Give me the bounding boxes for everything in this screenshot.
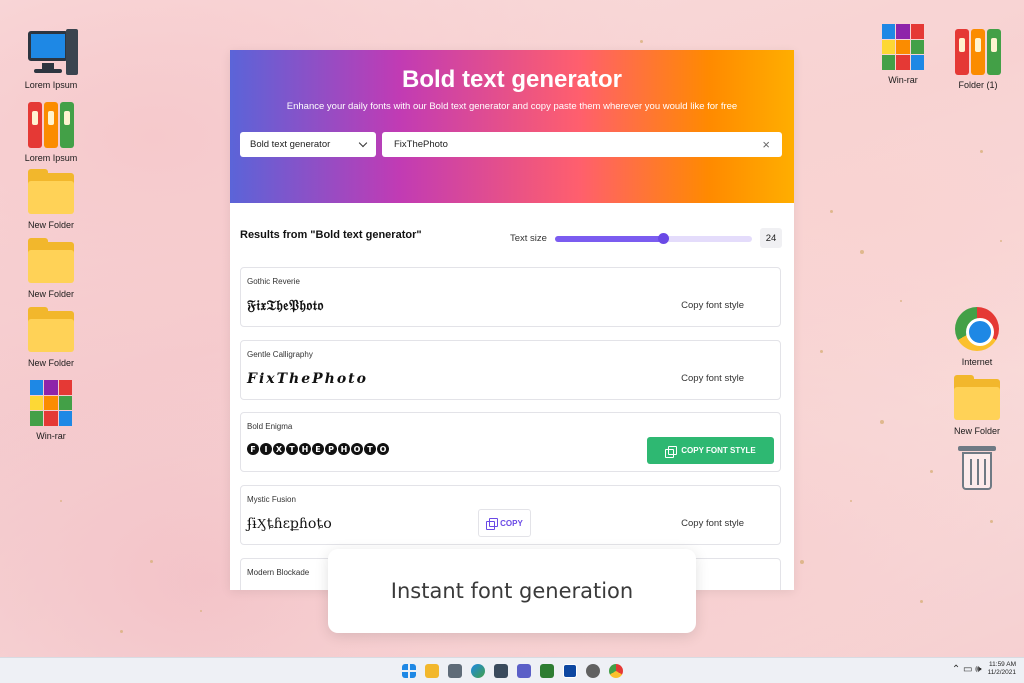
desktop-icon-recycle-bin[interactable] <box>942 444 1012 494</box>
copy-mini-button[interactable]: COPY <box>478 509 531 537</box>
tray-icons[interactable]: ⌃ ▭ 🕪 <box>952 664 982 675</box>
camera-icon[interactable] <box>447 663 462 678</box>
winrar-icon <box>878 22 928 72</box>
desktop-icon-label: New Folder <box>27 220 74 230</box>
font-name: Modern Blockade <box>247 568 310 577</box>
font-card[interactable]: Gentle Calligraphy 𝑭𝒊𝒙𝑻𝒉𝒆𝑷𝒉𝒐𝒕𝒐 Copy font… <box>240 340 781 400</box>
font-sample: 𝔉𝔦𝔵𝔗𝔥𝔢𝔓𝔥𝔬𝔱𝔬 <box>247 298 324 314</box>
circled-letter: O <box>377 443 389 455</box>
font-name: Gentle Calligraphy <box>247 350 313 359</box>
copy-icon <box>665 445 678 458</box>
binders-icon <box>953 27 1003 77</box>
desktop-icon-computer[interactable]: Lorem Ipsum <box>16 27 86 90</box>
folder-icon <box>26 236 76 286</box>
copy-button-label: COPY FONT STYLE <box>681 446 756 455</box>
circled-letter: F <box>247 443 259 455</box>
computer-icon <box>26 27 78 77</box>
store-icon[interactable] <box>493 663 508 678</box>
feature-caption: Instant font generation <box>328 549 696 633</box>
font-name: Mystic Fusion <box>247 495 296 504</box>
page-subtitle: Enhance your daily fonts with our Bold t… <box>286 101 738 112</box>
folder-icon <box>26 305 76 355</box>
copy-mini-label: COPY <box>500 518 523 528</box>
binders-icon <box>26 100 76 150</box>
clock-time: 11:59 AM <box>989 661 1016 668</box>
circled-letter: H <box>299 443 311 455</box>
desktop-icon-binders[interactable]: Lorem Ipsum <box>16 100 86 163</box>
copy-icon <box>486 518 499 530</box>
generator-select[interactable]: Bold text generator <box>240 132 376 157</box>
circled-letter: O <box>351 443 363 455</box>
circled-letter: T <box>364 443 376 455</box>
recycle-bin-icon <box>952 444 1002 494</box>
desktop-icon-label: New Folder <box>27 358 74 368</box>
desktop-icon-folder[interactable]: New Folder <box>16 305 86 368</box>
font-name: Gothic Reverie <box>247 277 300 286</box>
generator-select-value: Bold text generator <box>250 139 331 150</box>
text-size-label: Text size <box>510 233 547 244</box>
circled-letter: P <box>325 443 337 455</box>
folder-icon <box>26 167 76 217</box>
copy-font-style-button[interactable]: COPY FONT STYLE <box>647 437 774 464</box>
desktop-icon-label: Win-rar <box>888 75 918 85</box>
desktop-icon-label: Internet <box>961 357 993 367</box>
font-card[interactable]: Bold Enigma FIXTHEPHOTO COPY FONT STYLE <box>240 412 781 472</box>
text-input[interactable]: FixThePhoto × <box>382 132 782 157</box>
desktop-icon-label: Lorem Ipsum <box>24 80 78 90</box>
circled-letter: H <box>338 443 350 455</box>
copy-font-style-link[interactable]: Copy font style <box>681 518 744 529</box>
maps-icon[interactable] <box>539 663 554 678</box>
font-card[interactable]: Gothic Reverie 𝔉𝔦𝔵𝔗𝔥𝔢𝔓𝔥𝔬𝔱𝔬 Copy font sty… <box>240 267 781 327</box>
desktop-icon-folder[interactable]: New Folder <box>16 167 86 230</box>
winrar-icon <box>26 378 76 428</box>
results-heading: Results from "Bold text generator" <box>240 229 422 241</box>
desktop-icon-folder-1[interactable]: Folder (1) <box>943 27 1013 90</box>
desktop-icon-label: Win-rar <box>36 431 66 441</box>
clock[interactable]: 11:59 AM 11/2/2021 <box>988 661 1016 678</box>
desktop-icon-internet[interactable]: Internet <box>942 304 1012 367</box>
folder-icon <box>952 373 1002 423</box>
desktop-icon-label: New Folder <box>27 289 74 299</box>
desktop-icon-label: Folder (1) <box>958 80 998 90</box>
slider-fill <box>555 236 664 242</box>
windows-start-icon[interactable] <box>401 663 416 678</box>
desktop-icon-label: Lorem Ipsum <box>24 153 78 163</box>
text-size-slider[interactable] <box>555 233 752 244</box>
chevron-down-icon <box>358 138 368 148</box>
text-input-value: FixThePhoto <box>394 139 448 150</box>
text-size-value: 24 <box>760 228 782 248</box>
edge-icon[interactable] <box>470 663 485 678</box>
page-title: Bold text generator <box>401 66 623 93</box>
chrome-taskbar-icon[interactable] <box>608 663 623 678</box>
desktop-icon-folder[interactable]: New Folder <box>942 373 1012 436</box>
slider-thumb[interactable] <box>658 233 670 244</box>
chrome-icon <box>952 304 1002 354</box>
circled-letter: E <box>312 443 324 455</box>
desktop-icon-winrar[interactable]: Win-rar <box>16 378 86 441</box>
font-name: Bold Enigma <box>247 422 293 431</box>
settings-icon[interactable] <box>585 663 600 678</box>
taskbar-apps <box>401 663 623 678</box>
circled-letter: T <box>286 443 298 455</box>
system-tray: ⌃ ▭ 🕪 11:59 AM 11/2/2021 <box>952 661 1016 678</box>
hero-banner: Bold text generator Enhance your daily f… <box>230 50 794 203</box>
taskbar: ⌃ ▭ 🕪 11:59 AM 11/2/2021 <box>0 657 1024 683</box>
clear-icon[interactable]: × <box>762 138 770 151</box>
teams-icon[interactable] <box>516 663 531 678</box>
circled-letter: I <box>260 443 272 455</box>
font-sample: ʄɨӼȶɦɛքɦօȶօ <box>247 516 332 532</box>
desktop-icon-label: New Folder <box>953 426 1000 436</box>
desktop-icon-winrar[interactable]: Win-rar <box>868 22 938 85</box>
app-icon[interactable] <box>562 663 577 678</box>
copy-font-style-link[interactable]: Copy font style <box>681 373 744 384</box>
desktop-icon-folder[interactable]: New Folder <box>16 236 86 299</box>
font-sample: FIXTHEPHOTO <box>247 443 389 455</box>
font-sample: 𝑭𝒊𝒙𝑻𝒉𝒆𝑷𝒉𝒐𝒕𝒐 <box>247 371 368 387</box>
clock-date: 11/2/2021 <box>987 669 1016 677</box>
circled-letter: X <box>273 443 285 455</box>
copy-font-style-link[interactable]: Copy font style <box>681 300 744 311</box>
file-explorer-icon[interactable] <box>424 663 439 678</box>
